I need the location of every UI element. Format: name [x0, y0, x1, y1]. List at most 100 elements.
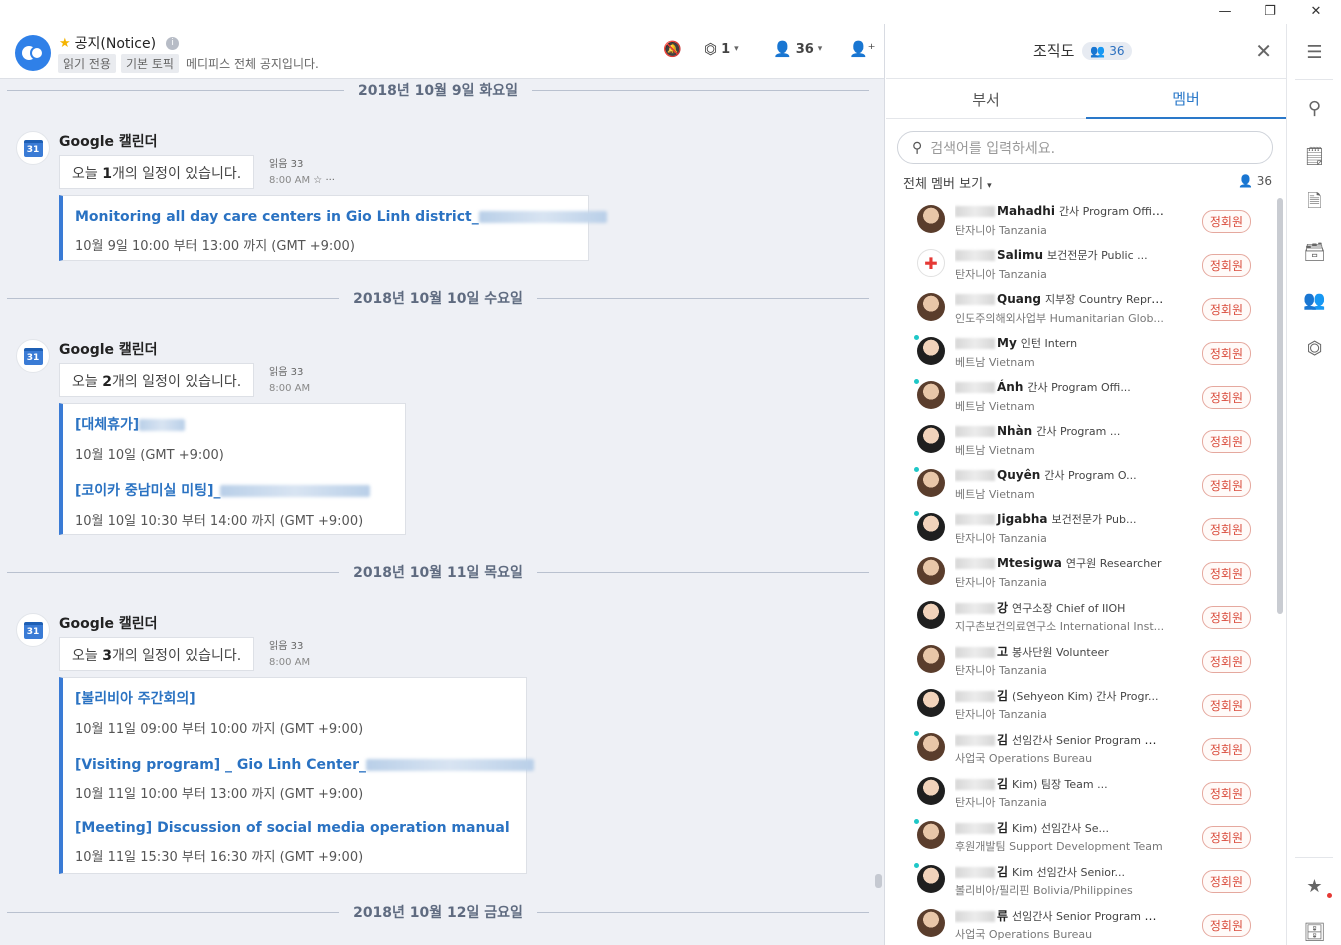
memo-icon[interactable]: 🗒 — [1287, 141, 1341, 171]
room-title[interactable]: ★ 공지(Notice) i — [59, 33, 180, 53]
member-search-input[interactable]: ⚲ 검색어를 입력하세요. — [897, 131, 1273, 164]
event-title[interactable]: [대체휴가] — [75, 417, 139, 433]
members-icon[interactable]: 👥 — [1287, 285, 1341, 315]
member-row[interactable]: 김 선임간사 Senior Program Officer 사업국 Operatio… — [886, 726, 1274, 770]
file-icon[interactable]: 🗎 — [1287, 189, 1341, 219]
member-name: 김 — [997, 821, 1009, 835]
chat-scrollbar[interactable] — [875, 874, 882, 888]
member-list-scrollbar[interactable] — [1277, 198, 1283, 614]
event-title[interactable]: [볼리비아 주간회의] — [75, 688, 363, 708]
avatar[interactable] — [917, 821, 945, 849]
member-row[interactable]: My 인턴 Intern 베트남 Vietnam 정회원 — [886, 330, 1274, 374]
more-icon[interactable]: ··· — [325, 175, 335, 186]
online-indicator — [914, 379, 919, 384]
avatar[interactable] — [917, 601, 945, 629]
read-count[interactable]: 읽음 33 — [269, 365, 310, 381]
star-outline-icon[interactable]: ☆ — [313, 175, 322, 186]
member-row[interactable]: Nhàn 간사 Program ... 베트남 Vietnam 정회원 — [886, 418, 1274, 462]
integrations-button[interactable]: ⏣ 1 ▾ — [704, 40, 739, 58]
member-row[interactable]: 김 (Sehyeon Kim) 간사 Progr... 탄자니아 Tanzania 정… — [886, 682, 1274, 726]
member-row[interactable]: Mtesigwa 연구원 Researcher 탄자니아 Tanzania 정회원 — [886, 550, 1274, 594]
member-role: 지부장 Country Repre... — [1044, 293, 1165, 306]
avatar[interactable] — [917, 293, 945, 321]
member-name: 김 — [997, 865, 1009, 879]
avatar[interactable] — [917, 689, 945, 717]
avatar[interactable]: ✚ — [917, 249, 945, 277]
event-title[interactable]: [Visiting program] _ Gio Linh Center_ — [75, 757, 366, 773]
tab-department[interactable]: 부서 — [886, 79, 1086, 119]
member-row[interactable]: 김 Kim) 팀장 Team ... 탄자니아 Tanzania 정회원 — [886, 770, 1274, 814]
message-meta: 읽음 33 8:00 AM ☆ ··· — [269, 157, 335, 189]
google-calendar-avatar[interactable]: 31 — [16, 339, 50, 373]
member-filter-dropdown[interactable]: 전체 멤버 보기 ▾ — [903, 173, 992, 192]
event-title[interactable]: Monitoring all day care centers in Gio L… — [75, 209, 479, 225]
member-badge: 정회원 — [1201, 606, 1251, 629]
avatar[interactable] — [917, 337, 945, 365]
event-item[interactable]: Monitoring all day care centers in Gio L… — [75, 206, 607, 254]
avatar[interactable] — [917, 513, 945, 541]
member-name-line: 김 선임간사 Senior Program Officer — [955, 731, 1165, 748]
sender-name[interactable]: Google 캘린더 — [59, 131, 158, 151]
read-count[interactable]: 읽음 33 — [269, 639, 310, 655]
event-item[interactable]: [Meeting] Discussion of social media ope… — [75, 820, 510, 865]
read-count[interactable]: 읽음 33 — [269, 157, 335, 173]
search-icon: ⚲ — [912, 139, 923, 156]
member-name-line: 김 Kim) 팀장 Team ... — [955, 775, 1165, 792]
minimize-button[interactable]: — — [1202, 0, 1248, 22]
avatar[interactable] — [917, 909, 945, 937]
member-row[interactable]: 강 연구소장 Chief of IIOH 지구촌보건의료연구소 Internatio… — [886, 594, 1274, 638]
archive-icon[interactable]: 🗃 — [1287, 237, 1341, 267]
avatar[interactable] — [917, 381, 945, 409]
member-role: 연구소장 Chief of IIOH — [1012, 602, 1126, 615]
notification-off-icon[interactable]: 🔕 — [663, 40, 682, 58]
member-row[interactable]: Quyên 간사 Program O... 베트남 Vietnam 정회원 — [886, 462, 1274, 506]
event-item[interactable]: [볼리비아 주간회의] 10월 11일 09:00 부터 10:00 까지 (G… — [75, 688, 363, 737]
maximize-button[interactable]: ❐ — [1247, 0, 1293, 22]
member-role: Kim 선임간사 Senior... — [1012, 866, 1126, 879]
event-item[interactable]: [Visiting program] _ Gio Linh Center_ 10… — [75, 754, 535, 802]
member-row[interactable]: Mahadhi 간사 Program Officer 탄자니아 Tanzania 정회… — [886, 198, 1274, 242]
search-icon[interactable]: ⚲ — [1287, 93, 1341, 123]
avatar[interactable] — [917, 469, 945, 497]
tab-members[interactable]: 멤버 — [1086, 79, 1286, 119]
event-title[interactable]: [코이카 중남미실 미팅]_ — [75, 483, 220, 499]
member-row[interactable]: ✚ Salimu 보건전문가 Public ... 탄자니아 Tanzania 정회원 — [886, 242, 1274, 286]
info-icon[interactable]: i — [166, 36, 180, 50]
menu-icon[interactable]: ☰ — [1287, 37, 1341, 67]
members-button[interactable]: 👤 36 ▾ — [773, 40, 822, 58]
star-icon[interactable]: ★ — [59, 36, 71, 51]
member-role: 인턴 Intern — [1020, 337, 1078, 350]
inbox-icon[interactable]: 🗄 — [1287, 917, 1341, 945]
avatar[interactable] — [917, 645, 945, 673]
avatar[interactable] — [917, 557, 945, 585]
avatar[interactable] — [917, 205, 945, 233]
member-name: 고 — [997, 645, 1009, 659]
close-icon[interactable]: ✕ — [1255, 39, 1272, 63]
member-row[interactable]: 고 봉사단원 Volunteer 탄자니아 Tanzania 정회원 — [886, 638, 1274, 682]
close-window-button[interactable]: ✕ — [1293, 0, 1339, 22]
member-row[interactable]: 김 Kim) 선임간사 Se... 후원개발팀 Support Developmen… — [886, 814, 1274, 858]
member-row[interactable]: Quang 지부장 Country Repre... 인도주의해외사업부 Human… — [886, 286, 1274, 330]
member-row[interactable]: Ánh 간사 Program Offi... 베트남 Vietnam 정회원 — [886, 374, 1274, 418]
avatar[interactable] — [917, 865, 945, 893]
avatar[interactable] — [917, 733, 945, 761]
member-row[interactable]: Jigabha 보건전문가 Pub... 탄자니아 Tanzania 정회원 — [886, 506, 1274, 550]
member-role: 봉사단원 Volunteer — [1012, 646, 1109, 659]
google-calendar-avatar[interactable]: 31 — [16, 131, 50, 165]
star-icon[interactable]: ★ — [1287, 871, 1341, 901]
event-title[interactable]: [Meeting] Discussion of social media ope… — [75, 820, 510, 836]
integration-icon[interactable]: ⏣ — [1287, 333, 1341, 363]
sender-name[interactable]: Google 캘린더 — [59, 339, 158, 359]
message-bubble: 오늘 3개의 일정이 있습니다. — [59, 637, 255, 671]
event-item[interactable]: [코이카 중남미실 미팅]_ 10월 10일 10:30 부터 14:00 까지… — [75, 480, 371, 529]
invite-member-icon[interactable]: 👤⁺ — [849, 40, 876, 58]
member-row[interactable]: 김 Kim 선임간사 Senior... 볼리비아/필리핀 Bolivia/Phil… — [886, 858, 1274, 902]
member-row[interactable]: 류 선임간사 Senior Program Officer 사업국 Operatio… — [886, 902, 1274, 945]
google-calendar-avatar[interactable]: 31 — [16, 613, 50, 647]
avatar[interactable] — [917, 777, 945, 805]
avatar[interactable] — [917, 425, 945, 453]
sender-name[interactable]: Google 캘린더 — [59, 613, 158, 633]
message-text: 오늘 — [72, 374, 103, 390]
event-item[interactable]: [대체휴가] 10월 10일 (GMT +9:00) — [75, 414, 224, 463]
member-role: 보건전문가 Public ... — [1047, 249, 1148, 262]
